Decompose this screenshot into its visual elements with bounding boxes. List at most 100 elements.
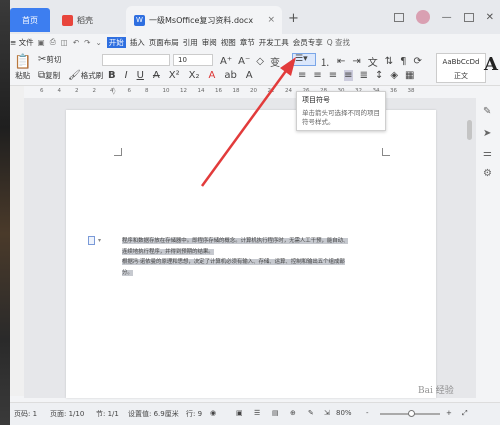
sort-icon[interactable]: ⇅	[385, 56, 393, 67]
adjust-icon[interactable]: ⚌	[483, 148, 492, 159]
grow-font-icon[interactable]: A⁺	[220, 56, 232, 67]
page-view-icon[interactable]: ▣	[236, 409, 243, 417]
minimize-icon[interactable]: —	[442, 12, 452, 23]
menu-view[interactable]: 视图	[221, 37, 236, 48]
zoom-value[interactable]: 80%	[336, 409, 352, 417]
undo-icon[interactable]: ↶	[73, 38, 79, 47]
underline-icon[interactable]: U	[137, 70, 144, 81]
indent-marker-icon[interactable]: ◊	[112, 87, 115, 95]
menu-developer[interactable]: 开发工具	[259, 37, 289, 48]
zoom-slider-knob[interactable]	[408, 410, 415, 417]
ruler-tick-label: 6	[40, 88, 44, 94]
status-position[interactable]: 设置值: 6.9厘米	[128, 409, 179, 419]
write-view-icon[interactable]: ✎	[308, 409, 314, 417]
close-icon[interactable]: ×	[267, 15, 275, 25]
menu-insert[interactable]: 插入	[130, 37, 145, 48]
italic-icon[interactable]: I	[125, 70, 128, 81]
save-icon[interactable]: ▣	[38, 38, 45, 47]
pen-icon[interactable]: ✎	[483, 106, 491, 117]
font-size-select[interactable]: 10	[173, 54, 213, 66]
copy-button[interactable]: ⧉ 复制	[38, 70, 60, 81]
status-page[interactable]: 页面: 1/10	[50, 409, 84, 419]
show-marks-icon[interactable]: ¶	[400, 56, 406, 67]
font-name-select[interactable]	[102, 54, 170, 66]
subscript-icon[interactable]: X₂	[189, 70, 200, 81]
align-left-icon[interactable]: ≡	[298, 70, 306, 81]
justify-icon[interactable]: ≡	[344, 70, 353, 81]
strikethrough-icon[interactable]: A	[153, 70, 160, 81]
chinese-layout-icon[interactable]: 文	[368, 54, 378, 69]
text-direction-icon[interactable]: ⟳	[414, 56, 422, 67]
tab-home[interactable]: 首页	[10, 8, 50, 32]
redo-icon[interactable]: ↷	[84, 38, 90, 47]
vertical-scrollbar[interactable]	[466, 110, 473, 360]
fullscreen-icon[interactable]: ⤢	[462, 409, 468, 418]
line-spacing-icon[interactable]: ↕	[375, 70, 383, 81]
window-close-icon[interactable]: ✕	[486, 12, 494, 23]
add-tab-icon[interactable]: +	[288, 11, 299, 26]
chevron-down-icon[interactable]: ▾	[98, 237, 101, 244]
align-center-icon[interactable]: ≡	[313, 70, 321, 81]
search-button[interactable]: Q 查找	[327, 37, 350, 48]
maximize-icon[interactable]	[463, 12, 474, 22]
ruler[interactable]: 6422468101214161820222426283032343638◊	[40, 87, 470, 98]
increase-indent-icon[interactable]: ⇥	[352, 56, 360, 67]
shrink-font-icon[interactable]: A⁻	[238, 56, 250, 67]
settings-icon[interactable]: ⚙	[483, 168, 492, 179]
menu-page-layout[interactable]: 页面布局	[149, 37, 179, 48]
layout-icon[interactable]	[393, 12, 404, 22]
bullets-button[interactable]: ☰▾	[292, 53, 316, 66]
font-color-icon[interactable]: A	[208, 70, 215, 81]
daoke-icon	[62, 14, 73, 26]
web-view-icon[interactable]: ⊕	[290, 409, 296, 417]
menu-review[interactable]: 审阅	[202, 37, 217, 48]
zoom-out-button[interactable]: -	[366, 409, 369, 417]
ruler-tick-label: 12	[180, 88, 187, 94]
cursor-icon[interactable]: ➤	[483, 128, 491, 139]
read-view-icon[interactable]: ▤	[272, 409, 279, 417]
new-style-icon[interactable]: A	[484, 54, 498, 75]
file-menu[interactable]: ≡ 文件	[10, 37, 34, 48]
status-section[interactable]: 节: 1/1	[96, 409, 119, 419]
avatar[interactable]	[415, 10, 430, 24]
menu-section[interactable]: 章节	[240, 37, 255, 48]
paragraph-handle-icon[interactable]	[88, 236, 95, 245]
style-normal-tile[interactable]: AaBbCcDd 正文	[436, 53, 486, 83]
menu-references[interactable]: 引用	[183, 37, 198, 48]
highlight-icon[interactable]: ab	[224, 70, 236, 81]
phonetic-icon[interactable]: 变	[270, 54, 280, 69]
shading-icon[interactable]: ◈	[390, 70, 398, 81]
superscript-icon[interactable]: X²	[169, 70, 180, 81]
text-line: 根据冯·诺依曼的原理和思想，决定了计算机必须有输入、存储、运算、控制和输出五个组…	[122, 257, 396, 268]
eye-icon[interactable]: ◉	[210, 409, 216, 417]
borders-icon[interactable]: ▦	[405, 70, 414, 81]
fit-page-icon[interactable]: ⇲	[324, 409, 330, 417]
status-row[interactable]: 行: 9	[186, 409, 202, 419]
tab-document[interactable]: W 一级MsOffice复习资料.docx ×	[126, 6, 282, 34]
cut-button[interactable]: ✂ 剪切	[38, 54, 61, 65]
ruler-tick-label: 14	[197, 88, 205, 94]
menu-home[interactable]: 开始	[106, 36, 126, 48]
align-right-icon[interactable]: ≡	[329, 70, 337, 81]
chevron-down-icon[interactable]: ⌄	[95, 38, 101, 47]
bold-icon[interactable]: B	[108, 70, 116, 81]
selected-paragraph[interactable]: 程序和数据存放在存储器中。即程序存储的概念。计算机执行程序时，无需人工干预，能自…	[122, 236, 396, 278]
paste-button[interactable]: 📋 粘贴	[14, 54, 31, 81]
distributed-icon[interactable]: ≣	[360, 70, 368, 81]
text-line-content: 分。	[122, 269, 133, 276]
preview-icon[interactable]: ◫	[61, 38, 68, 47]
outline-view-icon[interactable]: ☰	[254, 409, 260, 417]
char-shading-icon[interactable]: A	[246, 70, 253, 81]
print-icon[interactable]: ⎙	[50, 37, 56, 47]
clear-format-icon[interactable]: ◇	[256, 56, 264, 67]
numbered-list-icon[interactable]: ⒈	[320, 54, 330, 69]
document-page[interactable]: ▾ 程序和数据存放在存储器中。即程序存储的概念。计算机执行程序时，无需人工干预，…	[66, 110, 436, 398]
menu-member[interactable]: 会员专享	[293, 37, 323, 48]
scrollbar-thumb[interactable]	[467, 120, 472, 140]
brush-icon: 🖌	[68, 70, 81, 81]
decrease-indent-icon[interactable]: ⇤	[337, 56, 345, 67]
tab-daoke[interactable]: 稻壳	[54, 6, 124, 34]
format-painter-button[interactable]: 🖌 格式刷	[68, 70, 103, 81]
zoom-in-button[interactable]: +	[446, 409, 452, 417]
status-page-number[interactable]: 页码: 1	[14, 409, 37, 419]
